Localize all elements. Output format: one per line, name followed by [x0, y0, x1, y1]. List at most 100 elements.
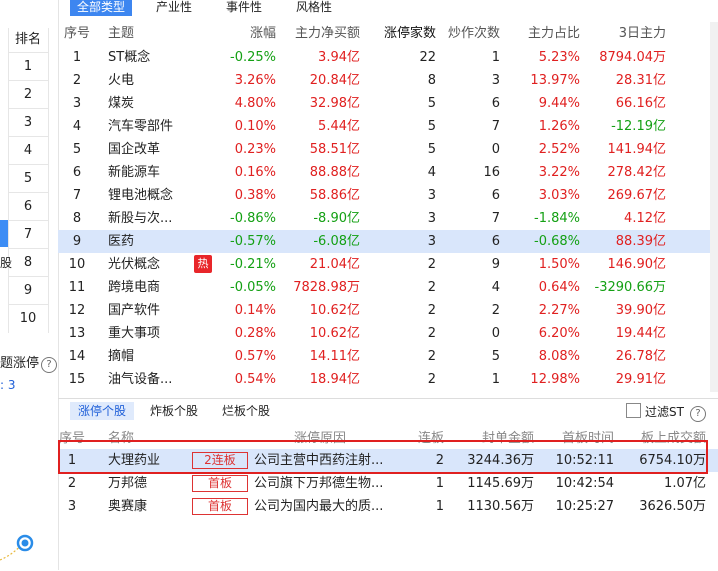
col-no[interactable]: 序号: [58, 22, 96, 46]
table-scrollbar[interactable]: [710, 22, 718, 392]
row-limit-up-count: 3: [427, 211, 436, 226]
table-row[interactable]: 3 煤炭 4.80% 32.98亿 5 6 9.44% 66.16亿: [58, 92, 718, 115]
row-no: 13: [68, 326, 86, 341]
left-fragment-text: 股: [0, 256, 13, 270]
row-no: 12: [68, 303, 86, 318]
table-row[interactable]: 2 火电 3.26% 20.84亿 8 3 13.97% 28.31亿: [58, 69, 718, 92]
tab-industry[interactable]: 产业性: [144, 0, 204, 16]
row-limit-up-count: 2: [427, 372, 436, 387]
col-board-volume[interactable]: 板上成交额: [614, 429, 706, 449]
filter-st[interactable]: 过滤ST?: [626, 403, 706, 422]
row-hype-count: 4: [491, 280, 500, 295]
row-limit-up-count: 5: [427, 96, 436, 111]
col-no[interactable]: 序号: [58, 429, 86, 449]
row-main-ratio: 9.44%: [538, 96, 580, 111]
table-row[interactable]: 8 新股与次... -0.86% -8.90亿 3 7 -1.84% 4.12亿: [58, 207, 718, 230]
grid-line: [48, 28, 49, 333]
col-main-ratio[interactable]: 主力占比: [500, 22, 580, 46]
rank-cell: 2: [8, 80, 48, 108]
row-main-ratio: 0.64%: [538, 280, 580, 295]
rank-cell: 4: [8, 136, 48, 164]
rank-cell: 5: [8, 164, 48, 192]
row-limit-up-count: 8: [427, 73, 436, 88]
stock-seal-amount: 1145.69万: [467, 476, 534, 491]
tab-broken-board-stocks[interactable]: 炸板个股: [142, 402, 206, 420]
row-3day-main: 141.94亿: [607, 142, 667, 157]
stock-board-volume: 1.07亿: [664, 476, 706, 491]
row-net-buy: 14.11亿: [309, 349, 360, 364]
stock-row[interactable]: 2 万邦德 公司旗下万邦德生物... 1 1145.69万 10:42:54 1.07亿 首板: [58, 472, 718, 495]
stock-no: 2: [67, 476, 77, 491]
row-change: 4.80%: [234, 96, 276, 111]
col-name[interactable]: 名称: [108, 429, 188, 449]
col-first-time[interactable]: 首板时间: [534, 429, 614, 449]
stock-reason: 公司为国内最大的质...: [254, 499, 384, 514]
filter-st-checkbox[interactable]: [626, 403, 642, 418]
row-3day-main: 66.16亿: [615, 96, 666, 111]
tab-limit-up-stocks[interactable]: 涨停个股: [70, 402, 134, 420]
table-row[interactable]: 11 跨境电商 -0.05% 7828.98万 2 4 0.64% -3290.66万: [58, 276, 718, 299]
row-hype-count: 3: [491, 73, 500, 88]
table-row[interactable]: 7 锂电池概念 0.38% 58.86亿 3 6 3.03% 269.67亿: [58, 184, 718, 207]
row-theme: 摘帽: [108, 349, 135, 364]
table-row[interactable]: 10 光伏概念 -0.21% 21.04亿 2 9 1.50% 146.90亿热: [58, 253, 718, 276]
col-consecutive[interactable]: 连板: [408, 429, 444, 449]
tab-weak-board-stocks[interactable]: 烂板个股: [214, 402, 278, 420]
row-change: 0.28%: [234, 326, 276, 341]
help-icon[interactable]: ?: [41, 357, 58, 373]
stock-row[interactable]: 3 奥赛康 公司为国内最大的质... 1 1130.56万 10:25:27 3626.50…: [58, 495, 718, 518]
col-hype-count[interactable]: 炒作次数: [436, 22, 500, 46]
col-3day-main[interactable]: 3日主力: [580, 22, 666, 46]
table-row[interactable]: 4 汽车零部件 0.10% 5.44亿 5 7 1.26% -12.19亿: [58, 115, 718, 138]
row-3day-main: 29.91亿: [615, 372, 666, 387]
row-theme: 汽车零部件: [108, 119, 174, 134]
stock-name: 奥赛康: [108, 499, 148, 514]
row-hype-count: 6: [491, 234, 500, 249]
row-no: 11: [68, 280, 86, 295]
stock-seal-amount: 1130.56万: [467, 499, 534, 514]
row-3day-main: 8794.04万: [599, 50, 666, 65]
table-row[interactable]: 5 国企改革 0.23% 58.51亿 5 0 2.52% 141.94亿: [58, 138, 718, 161]
row-hype-count: 6: [491, 188, 500, 203]
table-row[interactable]: 15 油气设备... 0.54% 18.94亿 2 1 12.98% 29.91亿: [58, 368, 718, 391]
col-change[interactable]: 涨幅: [218, 22, 276, 46]
col-net-buy[interactable]: 主力净买额: [276, 22, 360, 46]
col-limit-up-count[interactable]: 涨停家数: [360, 22, 436, 46]
row-main-ratio: 1.50%: [538, 257, 580, 272]
row-net-buy: 21.04亿: [309, 257, 360, 272]
tab-all-types[interactable]: 全部类型: [70, 0, 132, 16]
table-row[interactable]: 12 国产软件 0.14% 10.62亿 2 2 2.27% 39.90亿: [58, 299, 718, 322]
row-no: 7: [72, 188, 82, 203]
row-net-buy: 32.98亿: [309, 96, 360, 111]
row-change: -0.86%: [230, 211, 276, 226]
stock-first-time: 10:25:27: [555, 499, 614, 514]
board-badge: 首板: [192, 475, 248, 492]
row-change: 0.10%: [234, 119, 276, 134]
table-row[interactable]: 14 摘帽 0.57% 14.11亿 2 5 8.08% 26.78亿: [58, 345, 718, 368]
row-hype-count: 9: [491, 257, 500, 272]
row-theme: 重大事项: [108, 326, 161, 341]
row-theme: 锂电池概念: [108, 188, 174, 203]
row-main-ratio: -1.84%: [534, 211, 580, 226]
tab-event[interactable]: 事件性: [214, 0, 274, 16]
row-3day-main: 39.90亿: [615, 303, 666, 318]
tab-style[interactable]: 风格性: [284, 0, 344, 16]
table-row[interactable]: 13 重大事项 0.28% 10.62亿 2 0 6.20% 19.44亿: [58, 322, 718, 345]
row-main-ratio: -0.68%: [534, 234, 580, 249]
row-no: 10: [68, 257, 86, 272]
left-count-text: : 3: [0, 378, 16, 392]
help-icon[interactable]: ?: [690, 406, 706, 422]
col-seal-amount[interactable]: 封单金额: [444, 429, 534, 449]
table-row[interactable]: 6 新能源车 0.16% 88.88亿 4 16 3.22% 278.42亿: [58, 161, 718, 184]
row-theme: ST概念: [108, 50, 151, 65]
rank-cell: 3: [8, 108, 48, 136]
col-theme[interactable]: 主题: [108, 22, 218, 46]
table-row[interactable]: 9 医药 -0.57% -6.08亿 3 6 -0.68% 88.39亿: [58, 230, 718, 253]
row-change: -0.21%: [230, 257, 276, 272]
table-row[interactable]: 1 ST概念 -0.25% 3.94亿 22 1 5.23% 8794.04万: [58, 46, 718, 69]
row-main-ratio: 3.03%: [538, 188, 580, 203]
row-hype-count: 7: [491, 119, 500, 134]
stock-row[interactable]: 1 大理药业 公司主营中西药注射... 2 3244.36万 10:52:11 6754.1…: [58, 449, 718, 472]
row-main-ratio: 13.97%: [530, 73, 580, 88]
row-limit-up-count: 2: [427, 303, 436, 318]
